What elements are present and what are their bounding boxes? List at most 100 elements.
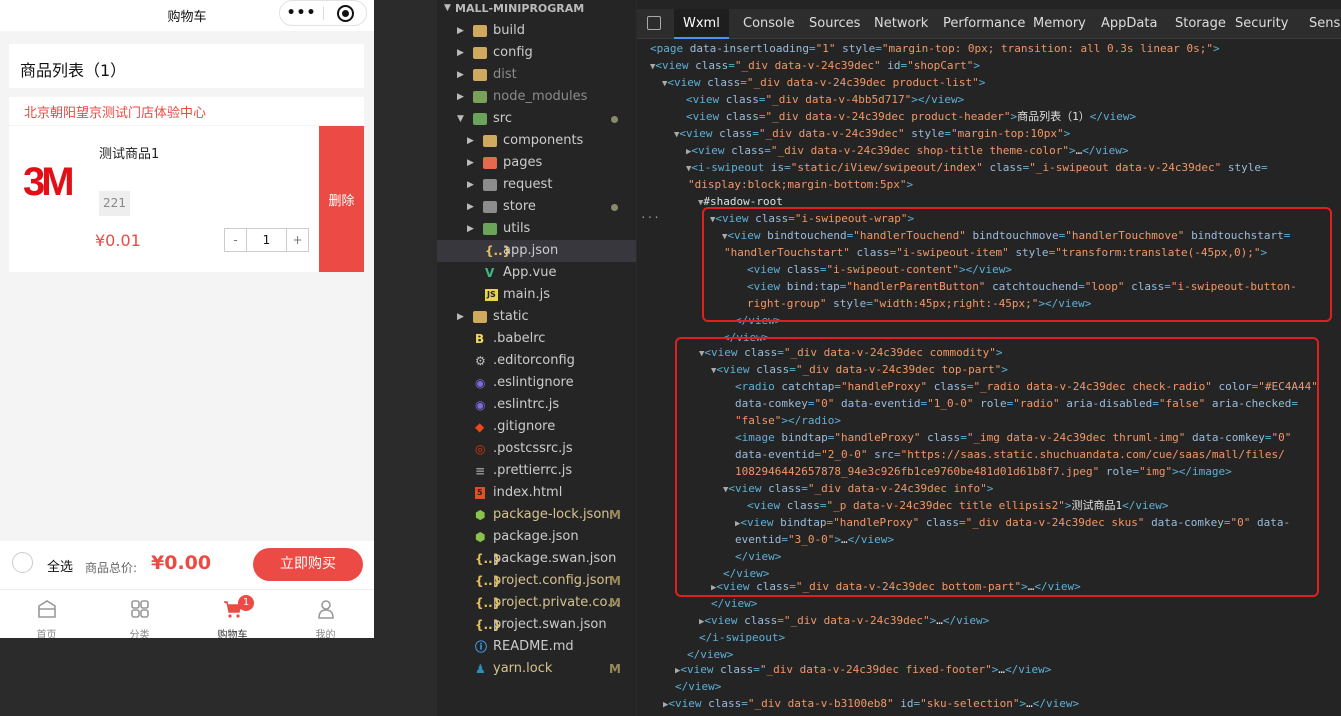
tree-item-package-json[interactable]: ⬢ package.json: [437, 526, 636, 548]
tree-item-config[interactable]: ▶ config: [437, 42, 636, 64]
buy-now-button[interactable]: 立即购买: [253, 548, 363, 581]
tab-wxml[interactable]: Wxml: [674, 9, 729, 39]
tree-item-label: components: [503, 133, 584, 148]
tree-item-postcssrc-js[interactable]: ◎ .postcssrc.js: [437, 438, 636, 460]
tree-item-gitignore[interactable]: ◆ .gitignore: [437, 416, 636, 438]
tree-item-label: .babelrc: [493, 331, 546, 346]
tree-item-app-json[interactable]: {..} app.json: [437, 240, 636, 262]
node-shopcart[interactable]: ▼<view class="_div data-v-24c39dec" id="…: [650, 57, 980, 74]
tree-item-components[interactable]: ▶ components: [437, 130, 636, 152]
git-status-badge: M: [609, 662, 621, 676]
tab-security[interactable]: Security: [1235, 9, 1288, 39]
tree-item-label: package.swan.json: [493, 551, 617, 566]
close-icon[interactable]: [337, 4, 354, 22]
tree-item-eslintignore[interactable]: ◉ .eslintignore: [437, 372, 636, 394]
node-i-swipeout[interactable]: ▼<i-swipeout is="static/iView/swipeout/i…: [686, 159, 1268, 176]
increase-button[interactable]: +: [287, 229, 308, 251]
tree-item-babelrc[interactable]: B .babelrc: [437, 328, 636, 350]
tree-item-project-config-json[interactable]: {..} project.config.json M: [437, 570, 636, 592]
quantity-stepper[interactable]: - 1 +: [224, 228, 309, 252]
node-view[interactable]: ▶<view class="_div data-v-24c39dec">…</v…: [699, 612, 989, 629]
node-shop-title[interactable]: ▶<view class="_div data-v-24c39dec shop-…: [686, 142, 1129, 159]
tab-storage[interactable]: Storage: [1175, 9, 1226, 39]
node-view[interactable]: ▼<view class="_div data-v-24c39dec" styl…: [674, 125, 1070, 142]
tab-performance[interactable]: Performance: [943, 9, 1025, 39]
delete-button[interactable]: 删除: [319, 126, 364, 272]
tree-item-readme-md[interactable]: ⓘ README.md: [437, 636, 636, 658]
tab-console[interactable]: Console: [743, 9, 795, 39]
shop-title[interactable]: 北京朝阳望京测试门店体验中心: [9, 97, 364, 125]
tree-item-utils[interactable]: ▶ utils: [437, 218, 636, 240]
inspect-icon[interactable]: [647, 16, 661, 30]
commodity-card[interactable]: 3M 测试商品1 221 ¥0.01 - 1 + 删除: [9, 126, 364, 272]
tree-item-src[interactable]: ▼ src: [437, 108, 636, 130]
tab-mine[interactable]: 我的: [279, 590, 372, 638]
tree-item-project-private-co[interactable]: {..} project.private.co... M: [437, 592, 636, 614]
npm-icon: ⬢: [475, 530, 486, 544]
project-name: MALL-MINIPROGRAM: [455, 2, 585, 15]
tab-bar: 首页 分类 1 购物车 我的: [0, 589, 374, 638]
tree-item-index-html[interactable]: 5 index.html: [437, 482, 636, 504]
tab-sensor[interactable]: Senso: [1309, 9, 1341, 39]
tab-memory[interactable]: Memory: [1033, 9, 1086, 39]
decrease-button[interactable]: -: [225, 229, 246, 251]
product-image[interactable]: 3M: [23, 160, 75, 205]
tree-item-yarn-lock[interactable]: ♟ yarn.lock M: [437, 658, 636, 680]
quantity-value[interactable]: 1: [246, 229, 287, 251]
tab-label: 首页: [36, 630, 57, 638]
chevron-down-icon: ▼: [444, 3, 451, 13]
tab-appdata[interactable]: AppData: [1101, 9, 1157, 39]
tree-item-package-lock-json[interactable]: ⬢ package-lock.json M: [437, 504, 636, 526]
node-product-list[interactable]: ▼<view class="_div data-v-24c39dec produ…: [662, 74, 985, 91]
tree-item-prettierrc-js[interactable]: ≡ .prettierrc.js: [437, 460, 636, 482]
folder-icon: [483, 223, 497, 235]
modified-dot-icon: [611, 116, 618, 123]
category-icon: [131, 600, 149, 618]
tab-home[interactable]: 首页: [0, 590, 93, 638]
js-icon: JS: [485, 289, 498, 301]
folder-icon: [473, 311, 487, 323]
tree-item-label: dist: [493, 67, 517, 82]
tree-item-editorconfig[interactable]: ⚙ .editorconfig: [437, 350, 636, 372]
tab-category[interactable]: 分类: [93, 590, 186, 638]
tree-item-static[interactable]: ▶ static: [437, 306, 636, 328]
tree-item-label: utils: [503, 221, 531, 236]
capsule-menu[interactable]: •••: [279, 0, 367, 26]
tree-item-eslintrc-js[interactable]: ◉ .eslintrc.js: [437, 394, 636, 416]
tree-item-project-swan-json[interactable]: {..} project.swan.json: [437, 614, 636, 636]
tree-item-build[interactable]: ▶ build: [437, 20, 636, 42]
tree-item-label: yarn.lock: [493, 661, 553, 676]
explorer-root[interactable]: ▼ MALL-MINIPROGRAM: [437, 0, 636, 20]
product-header: 商品列表（1）: [9, 44, 364, 88]
chevron-right-icon: ▶: [467, 180, 474, 190]
chevron-right-icon: ▶: [467, 202, 474, 212]
total-label: 商品总价:: [85, 561, 138, 575]
tree-item-label: src: [493, 111, 512, 126]
tab-cart[interactable]: 1 购物车: [186, 590, 279, 638]
tree-item-store[interactable]: ▶ store: [437, 196, 636, 218]
select-all-radio[interactable]: [12, 552, 33, 573]
more-icon[interactable]: ···: [640, 211, 660, 224]
node-product-header[interactable]: <view class="_div data-v-24c39dec produc…: [686, 108, 1136, 125]
tree-item-pages[interactable]: ▶ pages: [437, 152, 636, 174]
more-icon[interactable]: •••: [280, 5, 323, 21]
tab-network[interactable]: Network: [874, 9, 928, 39]
tree-item-request[interactable]: ▶ request: [437, 174, 636, 196]
folder-icon: [473, 69, 487, 81]
gear-icon: ⚙: [475, 354, 486, 368]
tab-sources[interactable]: Sources: [809, 9, 860, 39]
tree-item-dist[interactable]: ▶ dist: [437, 64, 636, 86]
product-sku[interactable]: 221: [99, 191, 130, 216]
node-page[interactable]: <page data-insertloading="1" style="marg…: [650, 40, 1220, 57]
select-all-label[interactable]: 全选: [47, 556, 73, 575]
node-sku-selection[interactable]: ▶<view class="_div data-v-b3100eb8" id="…: [663, 695, 1079, 712]
tree-item-app-vue[interactable]: V App.vue: [437, 262, 636, 284]
tree-item-label: build: [493, 23, 525, 38]
highlight-commodity: [675, 337, 1319, 597]
node-view[interactable]: <view class="_div data-v-4bb5d717"></vie…: [686, 91, 964, 108]
cart-badge: 1: [238, 595, 254, 611]
tree-item-node-modules[interactable]: ▶ node_modules: [437, 86, 636, 108]
node-fixed-footer[interactable]: ▶<view class="_div data-v-24c39dec fixed…: [675, 661, 1051, 678]
tree-item-package-swan-json[interactable]: {..} package.swan.json: [437, 548, 636, 570]
tree-item-main-js[interactable]: JS main.js: [437, 284, 636, 306]
